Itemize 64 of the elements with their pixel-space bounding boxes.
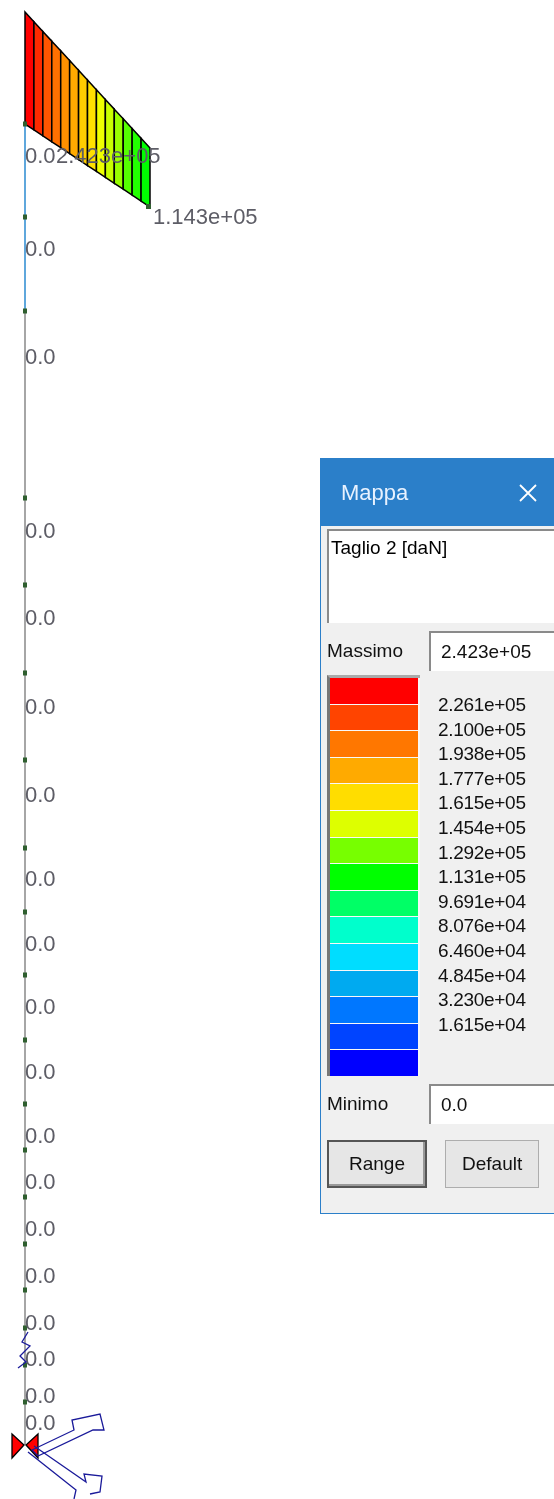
node-marker (23, 214, 27, 220)
value-label: 0.0 (25, 1383, 56, 1408)
node-marker (23, 121, 27, 127)
node-marker (23, 845, 27, 851)
value-label: 0.0 (25, 782, 56, 807)
quantity-text-area[interactable]: Taglio 2 [daN] (327, 529, 554, 623)
value-label: 0.0 (25, 344, 56, 369)
scale-value: 2.100e+05 (438, 717, 526, 742)
dialog-button[interactable]: Default (445, 1140, 540, 1188)
node-marker (23, 1037, 27, 1043)
value-label: 0.0 (25, 518, 56, 543)
value-label: 0.0 (25, 1346, 56, 1371)
value-label: 0.0 (25, 236, 56, 261)
node-marker (23, 909, 27, 915)
scale-value: 1.454e+05 (438, 815, 526, 840)
value-label: 0.0 (25, 694, 56, 719)
scale-value: 1.615e+05 (438, 791, 526, 816)
value-label: 0.0 (25, 994, 56, 1019)
scale-value: 2.261e+05 (438, 693, 526, 717)
value-label: 0.0 (25, 1059, 56, 1084)
node-marker (23, 1325, 27, 1331)
value-label: 0.0 (25, 866, 56, 891)
scale-value: 6.460e+04 (438, 938, 526, 963)
peak-value-label: 1.143e+05 (153, 204, 258, 229)
value-label: 0.0 (25, 1169, 56, 1194)
scale-value: 1.777e+05 (438, 766, 526, 791)
maximum-label: Massimo (327, 640, 404, 662)
node-marker (23, 1101, 27, 1107)
peak-value-label: 2.423e+05 (56, 143, 161, 168)
value-label: 0.0 (25, 1410, 56, 1435)
node-marker (23, 582, 27, 588)
value-label: 0.0 (25, 931, 56, 956)
minimum-label: Minimo (327, 1093, 390, 1115)
value-label: 0.0 (25, 1310, 56, 1335)
minimum-field[interactable]: 0.0 (429, 1084, 554, 1124)
value-label: 0.0 (25, 1216, 56, 1241)
scale-value: 1.131e+05 (438, 865, 526, 890)
dialog-title: Mappa (341, 479, 409, 506)
scale-value: 1.292e+05 (438, 840, 526, 865)
scale-value: 3.230e+04 (438, 988, 526, 1013)
node-marker (23, 495, 27, 501)
node-marker (23, 1241, 27, 1247)
node-marker (23, 1399, 27, 1405)
scale-value: 1.615e+04 (438, 1012, 526, 1037)
node-marker (23, 757, 27, 763)
value-label: 0.0 (25, 1123, 56, 1148)
scale-value: 8.076e+04 (438, 914, 526, 939)
value-label: 0.0 (25, 1263, 56, 1288)
node-marker (23, 308, 27, 314)
node-marker (23, 1362, 27, 1368)
node-marker (23, 670, 27, 676)
node-marker (23, 1287, 27, 1293)
dialog-button[interactable]: Range (327, 1140, 427, 1188)
value-label: 0.0 (25, 143, 56, 168)
node-marker (23, 972, 27, 978)
node-marker (23, 1194, 27, 1200)
scale-value: 9.691e+04 (438, 889, 526, 914)
node-marker (146, 204, 151, 209)
value-label: 0.0 (25, 605, 56, 630)
maximum-field[interactable]: 2.423e+05 (429, 631, 554, 671)
scale-value: 4.845e+04 (438, 963, 526, 988)
close-icon (518, 482, 538, 503)
node-marker (23, 1147, 27, 1153)
scale-value: 1.938e+05 (438, 742, 526, 767)
